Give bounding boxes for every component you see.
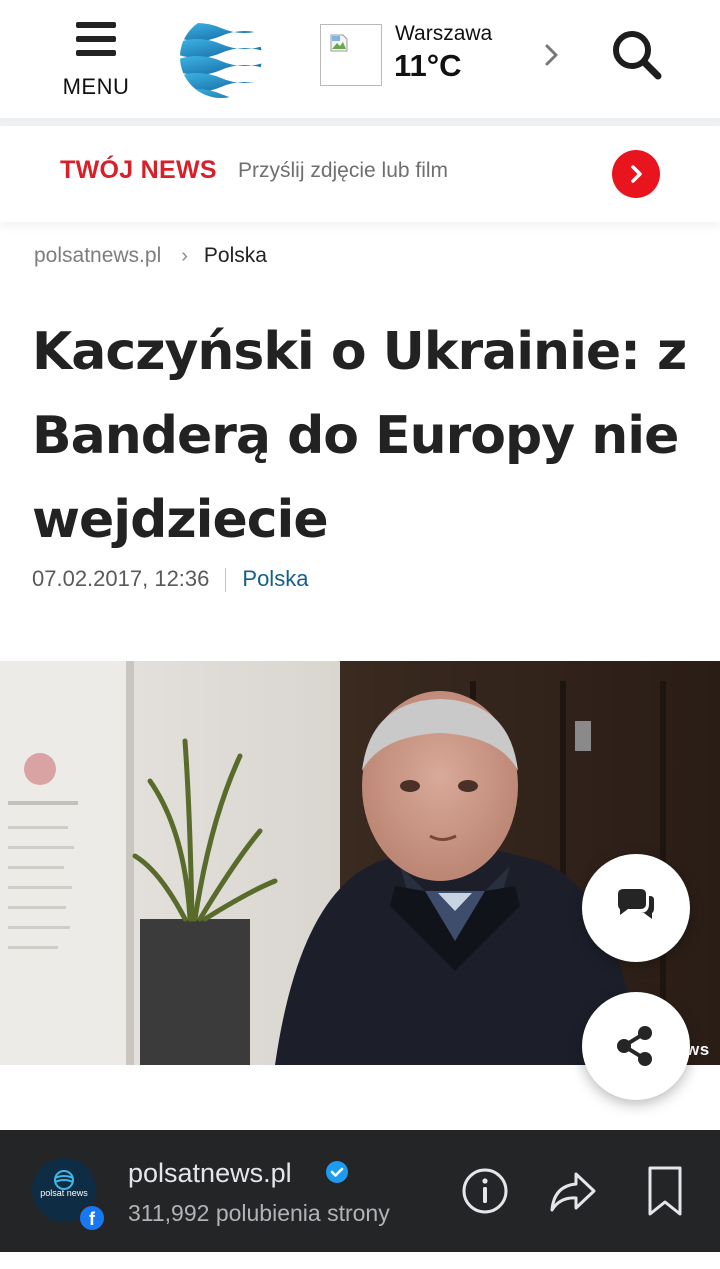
menu-button[interactable]: MENU — [58, 22, 134, 102]
breadcrumb-current[interactable]: Polska — [204, 244, 267, 267]
search-icon[interactable] — [608, 26, 666, 84]
share-button[interactable] — [582, 992, 690, 1100]
facebook-icon: f — [78, 1204, 106, 1232]
comments-button[interactable] — [582, 854, 690, 962]
weather-city[interactable]: Warszawa — [395, 22, 492, 46]
menu-label: MENU — [62, 74, 130, 99]
article-category-link[interactable]: Polska — [242, 566, 308, 591]
breadcrumb: polsatnews.pl › Polska — [34, 244, 267, 268]
weather-temperature[interactable]: 11°C — [394, 48, 462, 84]
comments-icon — [618, 889, 654, 919]
info-icon[interactable] — [460, 1164, 510, 1218]
page-name[interactable]: polsatnews.pl — [128, 1158, 292, 1189]
meta-divider — [225, 568, 227, 593]
article-meta: 07.02.2017, 12:36 Polska — [32, 566, 308, 593]
article-title: Kaczyński o Ukrainie: z Banderą do Europ… — [32, 322, 687, 550]
chevron-right-icon — [631, 165, 642, 183]
share-icon — [617, 1026, 652, 1066]
twoj-news-text: Przyślij zdjęcie lub film — [238, 159, 449, 182]
twoj-news-title: TWÓJ NEWS — [60, 156, 217, 184]
article-date: 07.02.2017, 12:36 — [32, 566, 210, 591]
verified-icon — [326, 1161, 348, 1183]
bookmark-icon[interactable] — [640, 1164, 690, 1218]
forward-icon[interactable] — [548, 1164, 598, 1218]
facebook-page-bar: polsat news f polsatnews.pl 311,992 polu… — [0, 1130, 720, 1252]
broken-image-icon — [330, 34, 348, 52]
bottom-strip — [0, 1252, 720, 1269]
chevron-right-icon[interactable] — [540, 38, 564, 72]
avatar-text: polsat news — [40, 1188, 88, 1198]
globe-logo-icon[interactable] — [178, 14, 264, 100]
menu-icon — [58, 22, 134, 56]
page-likes: 311,992 polubienia strony — [128, 1200, 390, 1226]
breadcrumb-home-link[interactable]: polsatnews.pl — [34, 244, 161, 267]
site-header: MENU Warszawa 11°C — [0, 0, 720, 122]
weather-image[interactable] — [320, 24, 382, 86]
twoj-news-go-button[interactable] — [612, 150, 660, 198]
twoj-news-banner[interactable]: TWÓJ NEWS Przyślij zdjęcie lub film — [0, 126, 720, 222]
breadcrumb-separator: › — [181, 245, 188, 267]
